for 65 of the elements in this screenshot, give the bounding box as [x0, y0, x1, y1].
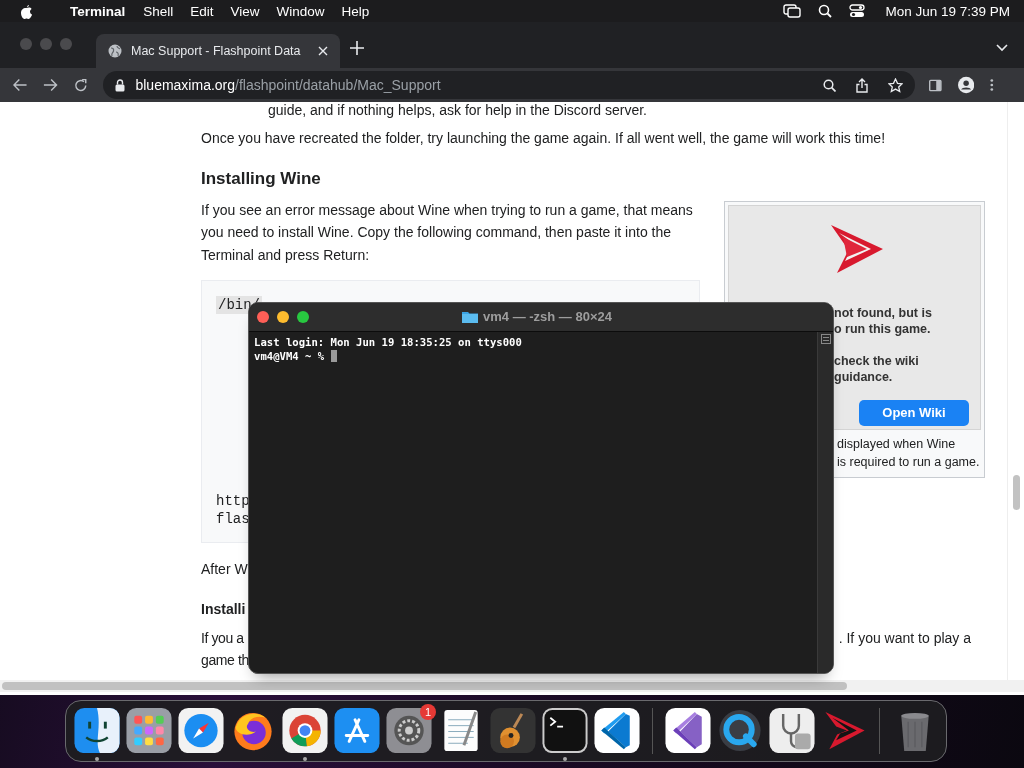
notification-badge: 1: [420, 704, 436, 720]
search-icon[interactable]: [818, 4, 833, 18]
dialog-text: not found, but is: [834, 304, 933, 321]
menu-item[interactable]: Help: [341, 3, 370, 19]
toggles-icon[interactable]: [849, 4, 866, 18]
sidebar-icon[interactable]: [929, 78, 943, 92]
face-icon[interactable]: [74, 708, 120, 754]
stethoscope-icon[interactable]: [769, 708, 815, 754]
chevron-down-icon[interactable]: [996, 44, 1008, 52]
terminal-text: Last login: Mon Jun 19 18:35:25 on ttys000: [254, 335, 523, 349]
gear-icon[interactable]: [386, 708, 432, 754]
apple-icon[interactable]: [19, 3, 33, 19]
list-item-text: guide, and if nothing helps, ask for help in the Discord server.: [268, 102, 648, 118]
globe-icon: [108, 44, 122, 58]
clock: Mon Jun 19 7:39 PM: [885, 3, 1010, 19]
menu-item[interactable]: Window: [276, 3, 325, 19]
menu-item[interactable]: View: [230, 3, 260, 19]
guitar-icon[interactable]: [490, 708, 536, 754]
dialog-text: o run this game.: [834, 320, 932, 337]
lens-icon[interactable]: [717, 708, 763, 754]
paragraph: After W: [201, 560, 249, 579]
search-icon[interactable]: [823, 78, 837, 92]
paragraph: If you a: [201, 628, 245, 648]
text-cursor: [330, 350, 337, 362]
browser-tab[interactable]: Mac Support - Flashpoint Data: [96, 34, 340, 68]
forward-icon[interactable]: [43, 78, 58, 92]
window-title: vm4 — -zsh — 80×24: [483, 309, 612, 324]
caption-text: is required to run a game.: [837, 453, 980, 471]
minimize-button[interactable]: [277, 311, 289, 323]
code-text: http: [216, 492, 251, 510]
compass-icon[interactable]: [178, 708, 224, 754]
close-button[interactable]: [257, 311, 269, 323]
ribbon-icon[interactable]: [665, 708, 711, 754]
lock-icon: [115, 78, 126, 92]
zoom-button[interactable]: [297, 311, 309, 323]
paragraph: If you see an error message about Wine when trying to run a game, that means you need to install Wine. Copy the following command, then paste it into the Terminal and press Return:: [201, 200, 694, 265]
dialog-text: guidance.: [834, 368, 894, 385]
scrollbar[interactable]: [0, 680, 1024, 692]
more-icon[interactable]: [990, 78, 994, 92]
share-icon[interactable]: [856, 77, 869, 93]
ring-icon[interactable]: [282, 708, 328, 754]
caption-text: displayed when Wine: [837, 435, 957, 453]
menu-item[interactable]: Terminal: [70, 3, 126, 19]
split-icon[interactable]: [820, 334, 831, 344]
folder-icon: [462, 310, 478, 323]
menu-item[interactable]: Shell: [143, 3, 174, 19]
paragraph: . If you want to play a: [838, 628, 972, 648]
section-heading: Installi: [201, 599, 247, 619]
address-field[interactable]: bluemaxima.org/flashpoint/datahub/Mac_Support: [103, 71, 916, 99]
profile-icon[interactable]: [958, 76, 975, 94]
menu-item[interactable]: Edit: [190, 3, 214, 19]
app-grid-icon[interactable]: [126, 708, 172, 754]
section-heading: Installing Wine: [201, 167, 322, 190]
ribbon-icon[interactable]: [594, 708, 640, 754]
terminal-text: vm4@VM4 ~ %: [254, 349, 326, 363]
star-icon[interactable]: [888, 77, 904, 93]
terminal-icon[interactable]: [542, 708, 588, 754]
plus-icon[interactable]: [350, 41, 364, 55]
close-icon[interactable]: [318, 46, 328, 56]
code-text: flas: [216, 510, 251, 528]
reload-icon[interactable]: [73, 77, 88, 93]
back-icon[interactable]: [13, 78, 28, 92]
windows-icon[interactable]: [783, 4, 802, 18]
paragraph: Once you have recreated the folder, try launching the game again. If all went well, the game will work this time!: [201, 129, 887, 148]
dialog-text: check the wiki: [834, 352, 920, 369]
